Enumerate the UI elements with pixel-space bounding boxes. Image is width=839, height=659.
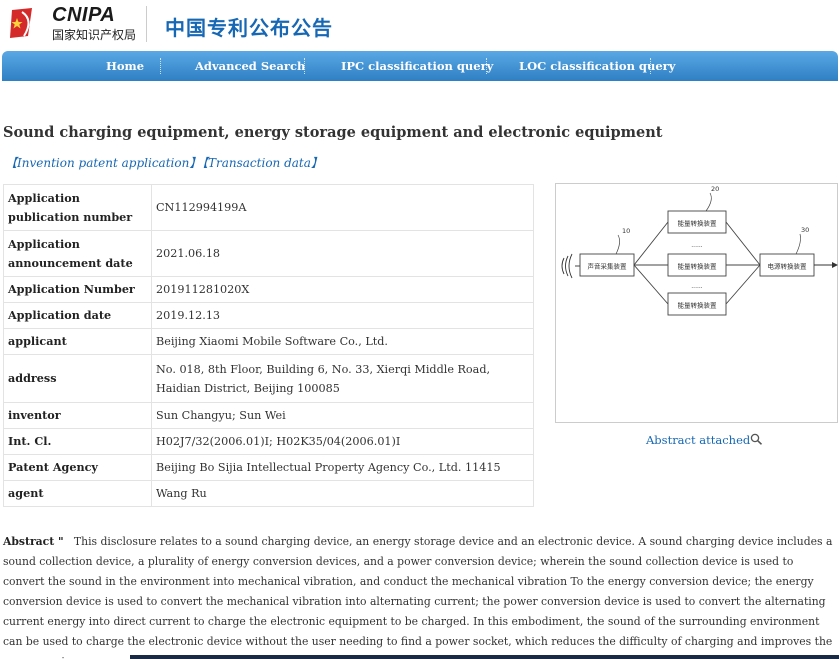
table-row: address No. 018, 8th Floor, Building 6, … — [3, 354, 534, 403]
table-row: Application publication number CN1129941… — [3, 184, 534, 231]
table-row: applicant Beijing Xiaomi Mobile Software… — [3, 328, 534, 355]
arrow-right-icon — [832, 262, 838, 268]
row-value: 201911281020X — [151, 276, 534, 303]
row-value: CN112994199A — [151, 184, 534, 231]
nav-separator — [160, 58, 161, 74]
logo-text-cn: 国家知识产权局 — [52, 28, 137, 42]
patent-diagram: 声音采集装置 10 能量转换装置 ...... 能量转换装置 ...... 能量… — [561, 185, 838, 316]
box-convert-label-3: 能量转换装置 — [678, 301, 718, 310]
dots-1: ...... — [691, 242, 703, 249]
header-divider — [146, 6, 147, 42]
row-key: Patent Agency — [3, 454, 152, 481]
table-row: Application announcement date 2021.06.18 — [3, 230, 534, 277]
nav-separator — [304, 58, 305, 74]
row-value: 2019.12.13 — [151, 302, 534, 329]
table-row: Int. Cl. H02J7/32(2006.01)I; H02K35/04(2… — [3, 428, 534, 455]
abstract-text: This disclosure relates to a sound charg… — [3, 535, 833, 659]
box-convert-label-1: 能量转换装置 — [678, 219, 718, 228]
row-key: Application date — [3, 302, 152, 329]
ref-20-label: 20 — [711, 185, 719, 193]
row-value: No. 018, 8th Floor, Building 6, No. 33, … — [151, 354, 534, 403]
nav-separator — [486, 58, 487, 74]
nav-home[interactable]: Home — [106, 59, 144, 73]
ref-30-label: 30 — [801, 226, 809, 234]
table-row: Application Number 201911281020X — [3, 276, 534, 303]
box-collect-label: 声音采集装置 — [588, 262, 628, 271]
abstract-label: Abstract " — [3, 535, 64, 548]
patent-details-table: Application publication number CN1129941… — [3, 184, 534, 507]
row-key: Int. Cl. — [3, 428, 152, 455]
row-value: Beijing Xiaomi Mobile Software Co., Ltd. — [151, 328, 534, 355]
row-key: inventor — [3, 402, 152, 429]
bottom-bar — [130, 655, 839, 659]
logo-text-en: CNIPA — [52, 4, 116, 26]
nav-advanced-search[interactable]: Advanced Search — [195, 59, 305, 73]
row-value: 2021.06.18 — [151, 230, 534, 277]
row-key: applicant — [3, 328, 152, 355]
row-value: Wang Ru — [151, 480, 534, 507]
nav-loc-classification[interactable]: LOC classification query — [519, 59, 675, 73]
site-title: 中国专利公布公告 — [165, 16, 333, 40]
nav-ipc-classification[interactable]: IPC classification query — [341, 59, 493, 73]
row-value: H02J7/32(2006.01)I; H02K35/04(2006.01)I — [151, 428, 534, 455]
site-header: CNIPA 国家知识产权局 中国专利公布公告 — [0, 0, 839, 50]
page-title: Sound charging equipment, energy storage… — [3, 124, 663, 141]
table-row: inventor Sun Changyu; Sun Wei — [3, 402, 534, 429]
box-power-label: 电源转换装置 — [768, 262, 808, 271]
ref-10-label: 10 — [622, 227, 630, 235]
row-key: address — [3, 354, 152, 403]
magnifier-icon — [750, 433, 763, 445]
row-value: Beijing Bo Sijia Intellectual Property A… — [151, 454, 534, 481]
row-key: agent — [3, 480, 152, 507]
row-value: Sun Changyu; Sun Wei — [151, 402, 534, 429]
row-key: Application publication number — [3, 184, 152, 231]
abstract-attached-link[interactable]: Abstract attached — [646, 433, 763, 447]
row-key: Application Number — [3, 276, 152, 303]
box-convert-label-2: 能量转换装置 — [678, 262, 718, 271]
dots-2: ...... — [691, 283, 703, 290]
tab-transaction-data[interactable]: 【Transaction data】 — [196, 154, 323, 171]
table-row: agent Wang Ru — [3, 480, 534, 507]
abstract-section: Abstract " This disclosure relates to a … — [3, 532, 837, 659]
sound-wave-icon — [561, 257, 565, 275]
tab-invention-patent-application[interactable]: 【Invention patent application】 — [5, 154, 201, 171]
abstract-attached-label: Abstract attached — [646, 433, 751, 447]
table-row: Patent Agency Beijing Bo Sijia Intellect… — [3, 454, 534, 481]
cnipa-logo-icon[interactable] — [8, 6, 36, 40]
nav-separator — [650, 58, 651, 74]
abstract-figure[interactable]: 声音采集装置 10 能量转换装置 ...... 能量转换装置 ...... 能量… — [555, 183, 838, 423]
main-nav: Home Advanced Search IPC classification … — [2, 51, 838, 81]
table-row: Application date 2019.12.13 — [3, 302, 534, 329]
row-key: Application announcement date — [3, 230, 152, 277]
